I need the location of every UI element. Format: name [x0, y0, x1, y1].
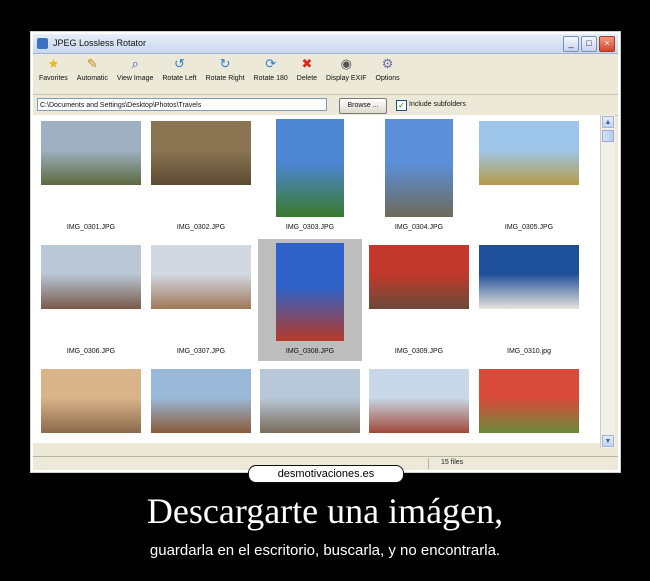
photo-thumbnail [385, 119, 453, 217]
photo-thumbnail [151, 121, 251, 185]
file-name: IMG_0310.jpg [507, 348, 551, 355]
thumbnail-cell[interactable]: IMG_0305.JPG [477, 115, 581, 237]
caption-subline: guardarla en el escritorio, buscarla, y … [149, 542, 501, 559]
magic-wand-icon: ✎ [86, 56, 98, 71]
photo-thumbnail [260, 369, 360, 433]
thumbnail-cell[interactable] [367, 363, 471, 443]
thumbnail-cell[interactable] [149, 363, 253, 443]
toolbar: ★ Favorites ✎ Automatic ⌕ View Image ↺ Rotate L… [33, 54, 618, 95]
photo-thumbnail [41, 121, 141, 185]
toolbar-label: Display EXIF [326, 75, 367, 82]
photo-thumbnail [479, 121, 579, 185]
star-icon: ★ [47, 56, 60, 71]
toolbar-label: Options [375, 75, 400, 82]
thumbnail-cell[interactable]: IMG_0301.JPG [39, 115, 143, 237]
vertical-scrollbar[interactable]: ▲ ▼ [600, 115, 615, 448]
file-name: IMG_0303.JPG [285, 224, 335, 231]
photo-thumbnail [151, 369, 251, 433]
toolbar-label: Rotate Right [205, 75, 245, 82]
options-icon: ⚙ [381, 56, 394, 71]
camera-icon: ◉ [340, 56, 352, 71]
photo-thumbnail [276, 243, 344, 341]
file-name: IMG_0301.JPG [66, 224, 116, 231]
minimize-button[interactable]: _ [563, 36, 579, 52]
include-subfolders-checkbox[interactable]: ✓ [396, 100, 407, 111]
scroll-up-button[interactable]: ▲ [602, 116, 614, 128]
path-bar: C:\Documents and Settings\Desktop\Photos… [33, 95, 618, 116]
poster-frame: JPEG Lossless Rotator _ □ × ★ Favorites ✎ A… [30, 31, 621, 473]
toolbar-label: Rotate 180 [253, 75, 288, 82]
photo-thumbnail [151, 245, 251, 309]
toolbar-button-rotate-180[interactable]: ⟳ Rotate 180 [254, 56, 288, 82]
thumbnail-cell[interactable] [258, 363, 362, 443]
thumbnail-cell[interactable] [39, 363, 143, 443]
thumbnail-cell[interactable]: IMG_0304.JPG [367, 115, 471, 237]
toolbar-label: Favorites [39, 75, 68, 82]
thumbnail-cell[interactable]: IMG_0303.JPG [258, 115, 362, 237]
window-controls: _ □ × [563, 36, 615, 52]
file-name: IMG_0308.JPG [285, 348, 335, 355]
thumbnail-cell[interactable]: IMG_0309.JPG [367, 239, 471, 361]
rotate-left-icon: ↺ [174, 56, 185, 71]
toolbar-button-rotate-left[interactable]: ↺ Rotate Left [162, 56, 196, 82]
file-name: IMG_0304.JPG [394, 224, 444, 231]
window-title: JPEG Lossless Rotator [53, 38, 147, 48]
maximize-button[interactable]: □ [581, 36, 597, 52]
toolbar-button-rotate-right[interactable]: ↻ Rotate Right [206, 56, 245, 82]
toolbar-label: Delete [296, 75, 318, 82]
delete-x-icon: ✖ [301, 56, 313, 71]
caption-headline: Descargarte una imágen, [146, 491, 504, 531]
include-subfolders-label: Include subfolders [409, 101, 466, 108]
thumbnail-cell[interactable] [477, 363, 581, 443]
thumbnail-grid: IMG_0301.JPG IMG_0302.JPG IMG_0303.JPG IMG_… [33, 115, 600, 443]
toolbar-label: View Image [116, 75, 154, 82]
file-name: IMG_0305.JPG [504, 224, 554, 231]
toolbar-button-options[interactable]: ⚙ Options [376, 56, 400, 82]
toolbar-button-favorites[interactable]: ★ Favorites [39, 56, 68, 82]
photo-thumbnail [479, 369, 579, 433]
close-button[interactable]: × [599, 36, 615, 52]
photo-thumbnail [41, 245, 141, 309]
magnifier-icon: ⌕ [131, 56, 139, 71]
toolbar-button-view-image[interactable]: ⌕ View Image [117, 56, 153, 82]
app-icon [37, 38, 48, 49]
rotate-right-icon: ↻ [219, 56, 231, 71]
toolbar-button-display-exif[interactable]: ◉ Display EXIF [326, 56, 366, 82]
file-name: IMG_0307.JPG [176, 348, 226, 355]
toolbar-button-delete[interactable]: ✖ Delete [297, 56, 317, 82]
folder-path-input[interactable]: C:\Documents and Settings\Desktop\Photos… [37, 98, 327, 111]
toolbar-label: Automatic [76, 75, 108, 82]
thumbnail-cell[interactable]: IMG_0302.JPG [149, 115, 253, 237]
photo-thumbnail [369, 369, 469, 433]
app-window: JPEG Lossless Rotator _ □ × ★ Favorites ✎ A… [33, 34, 618, 470]
file-name: IMG_0309.JPG [394, 348, 444, 355]
thumbnail-cell[interactable]: IMG_0307.JPG [149, 239, 253, 361]
photo-thumbnail [479, 245, 579, 309]
scroll-thumb[interactable] [602, 130, 614, 142]
thumbnail-cell[interactable]: IMG_0310.jpg [477, 239, 581, 361]
photo-thumbnail [276, 119, 344, 217]
thumbnail-cell[interactable]: IMG_0308.JPG [258, 239, 362, 361]
toolbar-button-automatic[interactable]: ✎ Automatic [77, 56, 108, 82]
status-separator [428, 458, 429, 469]
file-name: IMG_0306.JPG [66, 348, 116, 355]
title-bar[interactable]: JPEG Lossless Rotator _ □ × [33, 34, 618, 54]
scroll-down-button[interactable]: ▼ [602, 435, 614, 447]
file-count: 15 files [441, 459, 464, 466]
watermark-badge: desmotivaciones.es [248, 465, 404, 483]
browse-button[interactable]: Browse ... [339, 98, 387, 114]
thumbnail-cell[interactable]: IMG_0306.JPG [39, 239, 143, 361]
photo-thumbnail [369, 245, 469, 309]
toolbar-label: Rotate Left [162, 75, 197, 82]
photo-thumbnail [41, 369, 141, 433]
rotate-180-icon: ⟳ [265, 56, 277, 71]
file-name: IMG_0302.JPG [176, 224, 226, 231]
